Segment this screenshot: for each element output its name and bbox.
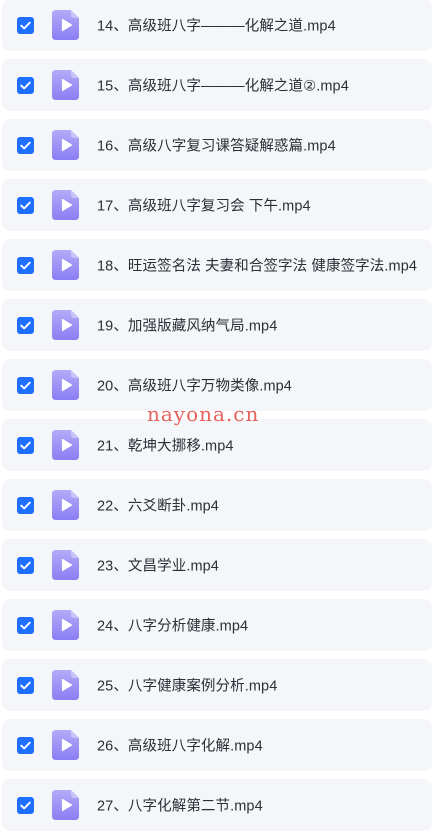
file-name[interactable]: 26、高级班八字化解.mp4: [97, 735, 263, 756]
video-play-icon: [52, 70, 79, 100]
file-row[interactable]: 20、高级班八字万物类像.mp4: [2, 359, 432, 411]
file-name[interactable]: 24、八字分析健康.mp4: [97, 615, 248, 636]
video-play-icon: [52, 730, 79, 760]
checkbox-checked-icon[interactable]: [17, 616, 34, 634]
file-row[interactable]: 22、六爻断卦.mp4: [2, 479, 432, 531]
file-name[interactable]: 27、八字化解第二节.mp4: [97, 795, 263, 816]
checkbox-checked-icon[interactable]: [17, 256, 34, 274]
file-name[interactable]: 17、高级班八字复习会 下午.mp4: [97, 195, 311, 216]
video-play-icon: [52, 190, 79, 220]
checkbox-checked-icon[interactable]: [17, 196, 34, 214]
video-play-icon: [52, 310, 79, 340]
file-name[interactable]: 15、高级班八字———化解之道②.mp4: [97, 75, 349, 96]
video-play-icon: [52, 550, 79, 580]
video-play-icon: [52, 250, 79, 280]
checkbox-checked-icon[interactable]: [17, 436, 34, 454]
video-play-icon: [52, 790, 79, 820]
checkbox-checked-icon[interactable]: [17, 796, 34, 814]
file-name[interactable]: 23、文昌学业.mp4: [97, 555, 219, 576]
file-row[interactable]: 23、文昌学业.mp4: [2, 539, 432, 591]
file-name[interactable]: 20、高级班八字万物类像.mp4: [97, 375, 292, 396]
checkbox-checked-icon[interactable]: [17, 376, 34, 394]
file-row[interactable]: 19、加强版藏风纳气局.mp4: [2, 299, 432, 351]
file-row[interactable]: 14、高级班八字———化解之道.mp4: [2, 0, 432, 51]
file-row[interactable]: 24、八字分析健康.mp4: [2, 599, 432, 651]
file-row[interactable]: 18、旺运签名法 夫妻和合签字法 健康签字法.mp4: [2, 239, 432, 291]
video-play-icon: [52, 430, 79, 460]
video-play-icon: [52, 610, 79, 640]
checkbox-checked-icon[interactable]: [17, 736, 34, 754]
video-play-icon: [52, 370, 79, 400]
video-play-icon: [52, 10, 79, 40]
checkbox-checked-icon[interactable]: [17, 136, 34, 154]
file-row[interactable]: 17、高级班八字复习会 下午.mp4: [2, 179, 432, 231]
checkbox-checked-icon[interactable]: [17, 496, 34, 514]
file-row[interactable]: 16、高级八字复习课答疑解惑篇.mp4: [2, 119, 432, 171]
file-name[interactable]: 21、乾坤大挪移.mp4: [97, 435, 234, 456]
file-name[interactable]: 18、旺运签名法 夫妻和合签字法 健康签字法.mp4: [97, 255, 417, 276]
file-name[interactable]: 22、六爻断卦.mp4: [97, 495, 219, 516]
video-play-icon: [52, 490, 79, 520]
file-row[interactable]: 26、高级班八字化解.mp4: [2, 719, 432, 771]
video-play-icon: [52, 670, 79, 700]
file-name[interactable]: 25、八字健康案例分析.mp4: [97, 675, 277, 696]
file-row[interactable]: 25、八字健康案例分析.mp4: [2, 659, 432, 711]
file-row[interactable]: 15、高级班八字———化解之道②.mp4: [2, 59, 432, 111]
checkbox-checked-icon[interactable]: [17, 316, 34, 334]
file-row[interactable]: 21、乾坤大挪移.mp4: [2, 419, 432, 471]
checkbox-checked-icon[interactable]: [17, 676, 34, 694]
checkbox-checked-icon[interactable]: [17, 76, 34, 94]
checkbox-checked-icon[interactable]: [17, 556, 34, 574]
checkbox-checked-icon[interactable]: [17, 16, 34, 34]
file-name[interactable]: 19、加强版藏风纳气局.mp4: [97, 315, 277, 336]
file-name[interactable]: 16、高级八字复习课答疑解惑篇.mp4: [97, 135, 336, 156]
video-play-icon: [52, 130, 79, 160]
file-row[interactable]: 27、八字化解第二节.mp4: [2, 779, 432, 831]
file-name[interactable]: 14、高级班八字———化解之道.mp4: [97, 15, 336, 36]
file-list: 14、高级班八字———化解之道.mp4 15、高级班八字———化解之道②.mp4…: [0, 0, 435, 831]
